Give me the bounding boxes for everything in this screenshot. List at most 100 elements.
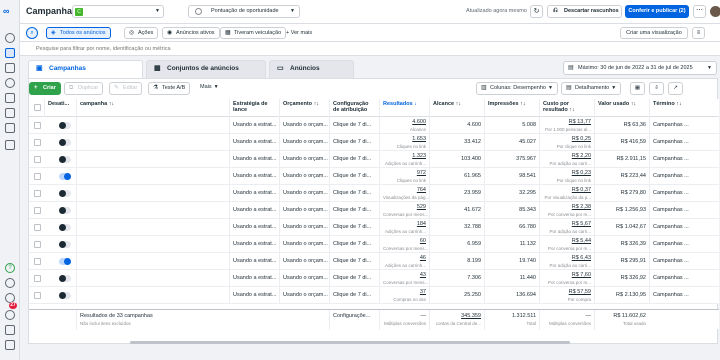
results-cell[interactable]: 37 Compras no site [379, 287, 429, 304]
audience-icon[interactable] [5, 93, 15, 103]
table-row[interactable]: Usando a estrat... Usando o orçam... Cliqu… [29, 202, 719, 219]
row-checkbox[interactable] [34, 139, 41, 146]
cost-per-result-cell[interactable]: R$ 2,38 Por conversa por m... [539, 202, 594, 219]
table-row[interactable]: Usando a estrat... Usando o orçam... Cliqu… [29, 253, 719, 270]
row-checkbox[interactable] [34, 292, 41, 299]
avatar[interactable] [710, 6, 720, 17]
table-row[interactable]: Usando a estrat... Usando o orçam... Cliqu… [29, 117, 719, 134]
col-cost-per-result[interactable]: Custo por resultado ↑↓ [539, 99, 594, 117]
cost-per-result-cell[interactable]: R$ 5,67 Por adição ao carri... [539, 219, 594, 236]
tab-campaigns[interactable]: ▣ Campanhas [28, 60, 143, 78]
col-ends[interactable]: Término ↑↓ [649, 99, 699, 117]
chip-had-delivery[interactable]: ▦ Tiveram veiculação [220, 27, 287, 39]
delivery-toggle[interactable] [59, 224, 71, 231]
results-cell[interactable]: 529 Conversas por mens... [379, 202, 429, 219]
campaign-name-cell[interactable] [76, 270, 216, 287]
cost-per-result-cell[interactable]: R$ 5,44 Por conversa por m... [539, 236, 594, 253]
clock-icon[interactable] [5, 78, 15, 88]
campaign-name-cell[interactable] [76, 202, 216, 219]
export-icon[interactable]: ⇩ [649, 82, 664, 95]
ab-test-button[interactable]: ⚗ Teste A/B [148, 82, 191, 95]
col-bid-strategy[interactable]: Estratégia de lance [229, 99, 279, 117]
cost-per-result-cell[interactable]: R$ 7,60 Por conversa por m... [539, 270, 594, 287]
col-results[interactable]: Resultados ↓ [379, 99, 429, 117]
opportunity-score-dropdown[interactable]: Pontuação de oportunidade ▼ [188, 5, 300, 18]
col-amount-spent[interactable]: Valor usado ↑↓ [594, 99, 649, 117]
menu-icon[interactable] [5, 140, 15, 150]
row-checkbox[interactable] [34, 122, 41, 129]
see-more-button[interactable]: + Ver mais [286, 27, 312, 39]
billing-icon[interactable] [5, 123, 15, 133]
breakdown-dropdown[interactable]: ▤ Detalhamento ▼ [561, 82, 622, 95]
col-attribution[interactable]: Configuração de atribuição [329, 99, 379, 117]
cost-per-result-cell[interactable]: R$ 57,59 Por compra [539, 287, 594, 304]
reports-icon[interactable] [5, 325, 15, 335]
home-icon[interactable] [5, 33, 15, 43]
campaign-name-cell[interactable] [76, 185, 216, 202]
chip-active-ads[interactable]: ◉ Anúncios ativos [162, 27, 220, 39]
cost-per-result-cell[interactable]: R$ 0,23 Por clique no link [539, 168, 594, 185]
cost-per-result-cell[interactable]: R$ 0,25 Por clique no link [539, 134, 594, 151]
horizontal-scrollbar[interactable] [130, 341, 570, 344]
campaign-name-cell[interactable] [76, 236, 216, 253]
cost-per-result-cell[interactable]: R$ 0,37 Por visualização da p... [539, 185, 594, 202]
cost-per-result-cell[interactable]: R$ 6,43 Por adição ao carri... [539, 253, 594, 270]
account-selector[interactable]: C ▼ [72, 5, 164, 18]
delivery-toggle[interactable] [59, 122, 71, 129]
table-row[interactable]: Usando a estrat... Usando o orçam... Cliqu… [29, 270, 719, 287]
results-cell[interactable]: 43 Conversas por mens... [379, 270, 429, 287]
row-checkbox[interactable] [34, 241, 41, 248]
table-row[interactable]: Usando a estrat... Usando o orçam... Cliqu… [29, 219, 719, 236]
date-range-picker[interactable]: ▤ Máximo: 30 de jun de 2022 a 31 de jul … [563, 61, 717, 75]
results-cell[interactable]: 1.653 Cliques no link [379, 134, 429, 151]
row-checkbox[interactable] [34, 224, 41, 231]
col-delivery[interactable]: Desati... [44, 99, 76, 117]
delivery-toggle[interactable] [59, 173, 71, 180]
delivery-toggle[interactable] [59, 258, 71, 265]
more-options-button[interactable]: ⋯ [693, 5, 706, 18]
columns-dropdown[interactable]: ▥ Colunas: Desempenho ▼ [476, 82, 558, 95]
campaigns-table-icon[interactable] [5, 48, 15, 58]
delivery-toggle[interactable] [59, 241, 71, 248]
filter-settings-icon[interactable]: ≡ [692, 27, 705, 39]
table-row[interactable]: Usando a estrat... Usando o orçam... Cliqu… [29, 151, 719, 168]
results-cell[interactable]: 972 Cliques no link [379, 168, 429, 185]
select-all-checkbox[interactable] [34, 104, 41, 111]
col-reach[interactable]: Alcance ↑↓ [429, 99, 484, 117]
review-and-publish-button[interactable]: Conferir e publicar (2) [625, 5, 689, 18]
table-row[interactable]: Usando a estrat... Usando o orçam... Cliqu… [29, 168, 719, 185]
search-icon[interactable] [5, 310, 15, 320]
help-icon[interactable]: ? [5, 263, 15, 273]
delivery-toggle[interactable] [59, 139, 71, 146]
delivery-toggle[interactable] [59, 190, 71, 197]
results-cell[interactable]: 1.323 Adições ao carrinh... [379, 151, 429, 168]
table-row[interactable]: Usando a estrat... Usando o orçam... Cliqu… [29, 134, 719, 151]
row-checkbox[interactable] [34, 190, 41, 197]
results-cell[interactable]: 4.600 Alcance [379, 117, 429, 134]
table-row[interactable]: Usando a estrat... Usando o orçam... Cliqu… [29, 185, 719, 202]
row-checkbox[interactable] [34, 156, 41, 163]
col-impressions[interactable]: Impressões ↑↓ [484, 99, 539, 117]
tab-ads[interactable]: ▭ Anúncios [269, 60, 354, 78]
row-checkbox[interactable] [34, 258, 41, 265]
pages-icon[interactable] [5, 63, 15, 73]
campaign-name-cell[interactable] [76, 219, 216, 236]
settings-gear-icon[interactable] [5, 278, 15, 288]
search-input[interactable] [36, 44, 436, 54]
cost-per-result-cell[interactable]: R$ 13,77 Por 1.000 pessoas al... [539, 117, 594, 134]
row-checkbox[interactable] [34, 207, 41, 214]
campaign-name-cell[interactable] [76, 168, 216, 185]
row-checkbox[interactable] [34, 275, 41, 282]
campaign-name-cell[interactable] [76, 253, 216, 270]
duplicate-button[interactable]: ⧉ Duplicar [64, 82, 104, 95]
col-campaign[interactable]: campanha ↑↓ [76, 99, 216, 117]
charts-icon[interactable]: ↗ [668, 82, 683, 95]
tab-ad-sets[interactable]: ▦ Conjuntos de anúncios [146, 60, 266, 78]
col-budget[interactable]: Orçamento ↑↓ [279, 99, 329, 117]
search-toggle-button[interactable]: ⌕ [26, 27, 38, 39]
delivery-toggle[interactable] [59, 292, 71, 299]
results-cell[interactable]: 184 Adições ao carrinh... [379, 219, 429, 236]
delivery-toggle[interactable] [59, 156, 71, 163]
delivery-toggle[interactable] [59, 207, 71, 214]
table-row[interactable]: Usando a estrat... Usando o orçam... Cliqu… [29, 287, 719, 304]
